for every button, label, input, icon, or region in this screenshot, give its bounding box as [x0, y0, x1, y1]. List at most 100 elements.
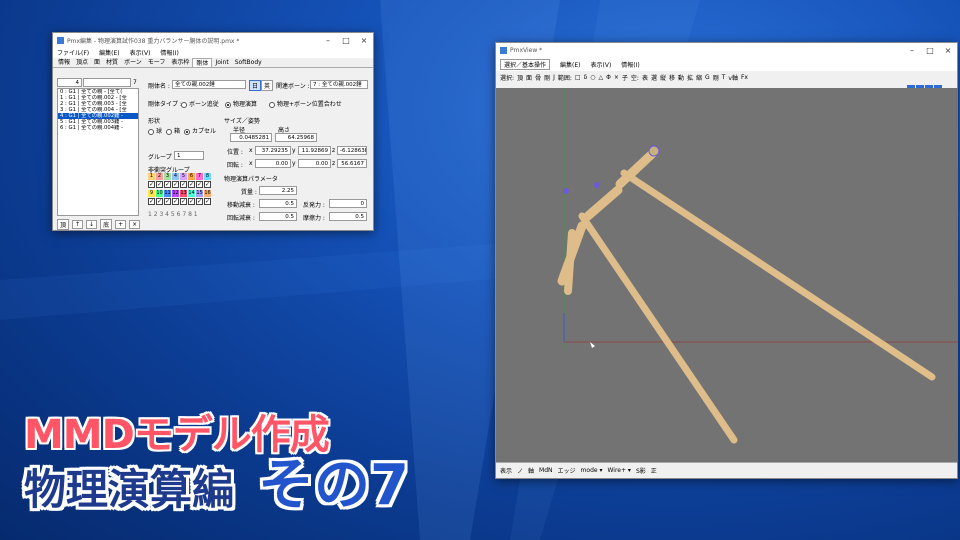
- 3d-viewport[interactable]: [496, 88, 958, 463]
- viewer-toolbar-item[interactable]: Φ: [606, 74, 611, 81]
- radius-field[interactable]: 0.0485281: [230, 133, 272, 142]
- viewer-toolbar-item[interactable]: 空:: [631, 73, 639, 82]
- rot-x-field[interactable]: 0.00: [255, 159, 291, 168]
- mdn-toggle[interactable]: MdN: [539, 467, 552, 474]
- list-item[interactable]: 6 : G1 | 全ての親.004錘 -: [58, 125, 138, 131]
- pos-y-field[interactable]: 11.92869: [298, 146, 331, 155]
- tab-bone[interactable]: ボーン: [121, 58, 145, 67]
- viewer-toolbar-item[interactable]: 面: [526, 73, 532, 82]
- viewer-toolbar-item[interactable]: 拡: [687, 73, 693, 82]
- move-top-button[interactable]: 頂: [57, 219, 70, 230]
- viewer-toolbar-item[interactable]: 縮: [696, 73, 702, 82]
- group-checkbox[interactable]: ✓: [204, 198, 211, 205]
- group-checkbox[interactable]: ✓: [188, 198, 195, 205]
- friction-field[interactable]: 0.5: [329, 212, 367, 221]
- group-checkbox[interactable]: ✓: [148, 198, 155, 205]
- list-filter-field[interactable]: [83, 78, 131, 87]
- viewer-toolbar-item[interactable]: ×: [614, 74, 619, 81]
- group-checkbox[interactable]: ✓: [188, 181, 195, 188]
- tab-vertex[interactable]: 頂点: [73, 58, 91, 67]
- viewer-toolbar-item[interactable]: T: [722, 74, 726, 81]
- shape-capsule[interactable]: カプセル: [184, 126, 216, 135]
- tab-display-frame[interactable]: 表示枠: [168, 58, 192, 67]
- close-icon[interactable]: ×: [355, 33, 373, 47]
- viewer-toolbar-item[interactable]: □: [575, 74, 581, 81]
- move-up-button[interactable]: ↑: [72, 220, 84, 229]
- rigid-body-list[interactable]: 0 : G1 | 全ての親 - [全て( 1 : G1 | 全ての親.002 -…: [57, 88, 139, 216]
- mode-select[interactable]: 選択／基本操作: [500, 58, 551, 70]
- tab-face[interactable]: 面: [91, 58, 103, 67]
- axis-toggle[interactable]: 軸: [528, 466, 534, 475]
- front-view-button[interactable]: 正: [651, 466, 657, 475]
- minimize-icon[interactable]: –: [319, 33, 337, 47]
- viewer-toolbar-item[interactable]: J: [553, 74, 555, 81]
- wire-dropdown[interactable]: Wire+ ▾: [607, 467, 630, 474]
- restitution-field[interactable]: 0: [329, 199, 367, 208]
- viewer-toolbar-item[interactable]: δ: [584, 74, 588, 81]
- viewer-toolbar-item[interactable]: 頂: [517, 73, 523, 82]
- shape-box[interactable]: 箱: [166, 126, 180, 135]
- group-checkbox[interactable]: ✓: [180, 181, 187, 188]
- move-bottom-button[interactable]: 底: [100, 219, 113, 230]
- move-damping-field[interactable]: 0.5: [259, 199, 297, 208]
- rot-y-field[interactable]: 0.00: [298, 159, 331, 168]
- edge-toggle[interactable]: エッジ: [558, 466, 576, 475]
- group-checkbox[interactable]: ✓: [148, 181, 155, 188]
- rot-z-field[interactable]: 56.6167: [337, 159, 367, 168]
- group-checkbox[interactable]: ✓: [164, 181, 171, 188]
- viewer-toolbar-item[interactable]: 範囲:: [558, 73, 572, 82]
- group-checkbox[interactable]: ✓: [172, 181, 179, 188]
- delete-button[interactable]: ×: [129, 220, 141, 229]
- menu-edit[interactable]: 編集(E): [560, 60, 580, 69]
- maximize-icon[interactable]: □: [921, 43, 939, 57]
- group-checkbox[interactable]: ✓: [172, 198, 179, 205]
- shadow-toggle[interactable]: S影: [636, 466, 646, 475]
- viewer-toolbar-item[interactable]: Fx: [741, 74, 748, 81]
- viewer-toolbar-item[interactable]: G: [705, 74, 710, 81]
- viewer-toolbar-item[interactable]: 選択:: [500, 73, 514, 82]
- viewer-toolbar-item[interactable]: v軸: [728, 73, 738, 82]
- viewer-toolbar-item[interactable]: 剛: [544, 73, 550, 82]
- close-icon[interactable]: ×: [939, 43, 957, 57]
- tab-joint[interactable]: Joint: [212, 58, 231, 67]
- menu-file[interactable]: ファイル(F): [57, 48, 89, 57]
- jp-button[interactable]: 日: [249, 80, 262, 91]
- viewer-toolbar-item[interactable]: △: [599, 74, 604, 81]
- group-select[interactable]: 1: [174, 151, 204, 160]
- menu-view[interactable]: 表示(V): [130, 48, 151, 57]
- body-name-field[interactable]: 全ての親.002錘: [172, 80, 246, 89]
- group-checkbox[interactable]: ✓: [196, 181, 203, 188]
- pos-x-field[interactable]: 37.29235: [255, 146, 291, 155]
- type-physics-bone[interactable]: 物理+ボーン位置合わせ: [269, 99, 342, 108]
- viewer-toolbar-item[interactable]: 骨: [535, 73, 541, 82]
- viewer-toolbar-item[interactable]: ○: [590, 74, 595, 81]
- minimize-icon[interactable]: –: [903, 43, 921, 57]
- tab-morph[interactable]: モーフ: [145, 58, 169, 67]
- mass-field[interactable]: 2.25: [259, 186, 297, 195]
- pos-z-field[interactable]: -6.12863E: [337, 146, 367, 155]
- shape-sphere[interactable]: 球: [148, 126, 162, 135]
- viewer-toolbar-item[interactable]: 移: [669, 73, 675, 82]
- group-checkbox[interactable]: ✓: [196, 198, 203, 205]
- related-bone-select[interactable]: 7 : 全ての親.002錘: [310, 80, 368, 89]
- tab-softbody[interactable]: SoftBody: [232, 58, 265, 67]
- move-down-button[interactable]: ↓: [86, 220, 98, 229]
- tab-info[interactable]: 情報: [55, 58, 73, 67]
- viewer-toolbar-item[interactable]: 剛: [713, 73, 719, 82]
- viewer-toolbar-item[interactable]: 動: [678, 73, 684, 82]
- group-checkbox[interactable]: ✓: [204, 181, 211, 188]
- tab-material[interactable]: 材質: [103, 58, 121, 67]
- list-count-field[interactable]: 4: [57, 78, 82, 87]
- group-checkbox[interactable]: ✓: [156, 198, 163, 205]
- group-checkbox[interactable]: ✓: [156, 181, 163, 188]
- display-toggle[interactable]: 表示: [500, 466, 512, 475]
- add-button[interactable]: +: [115, 220, 127, 229]
- menu-view[interactable]: 表示(V): [591, 60, 612, 69]
- viewer-titlebar[interactable]: PmxView * – □ ×: [496, 43, 957, 57]
- viewer-toolbar-item[interactable]: 選: [651, 73, 657, 82]
- height-field[interactable]: 64.25968: [275, 133, 317, 142]
- viewer-toolbar-item[interactable]: 表: [642, 73, 648, 82]
- mode-dropdown[interactable]: mode ▾: [581, 467, 603, 474]
- editor-titlebar[interactable]: Pmx編集 - 物理演算試作038 重力バランサー胴体の説明.pmx * – □…: [53, 33, 373, 47]
- group-checkbox[interactable]: ✓: [180, 198, 187, 205]
